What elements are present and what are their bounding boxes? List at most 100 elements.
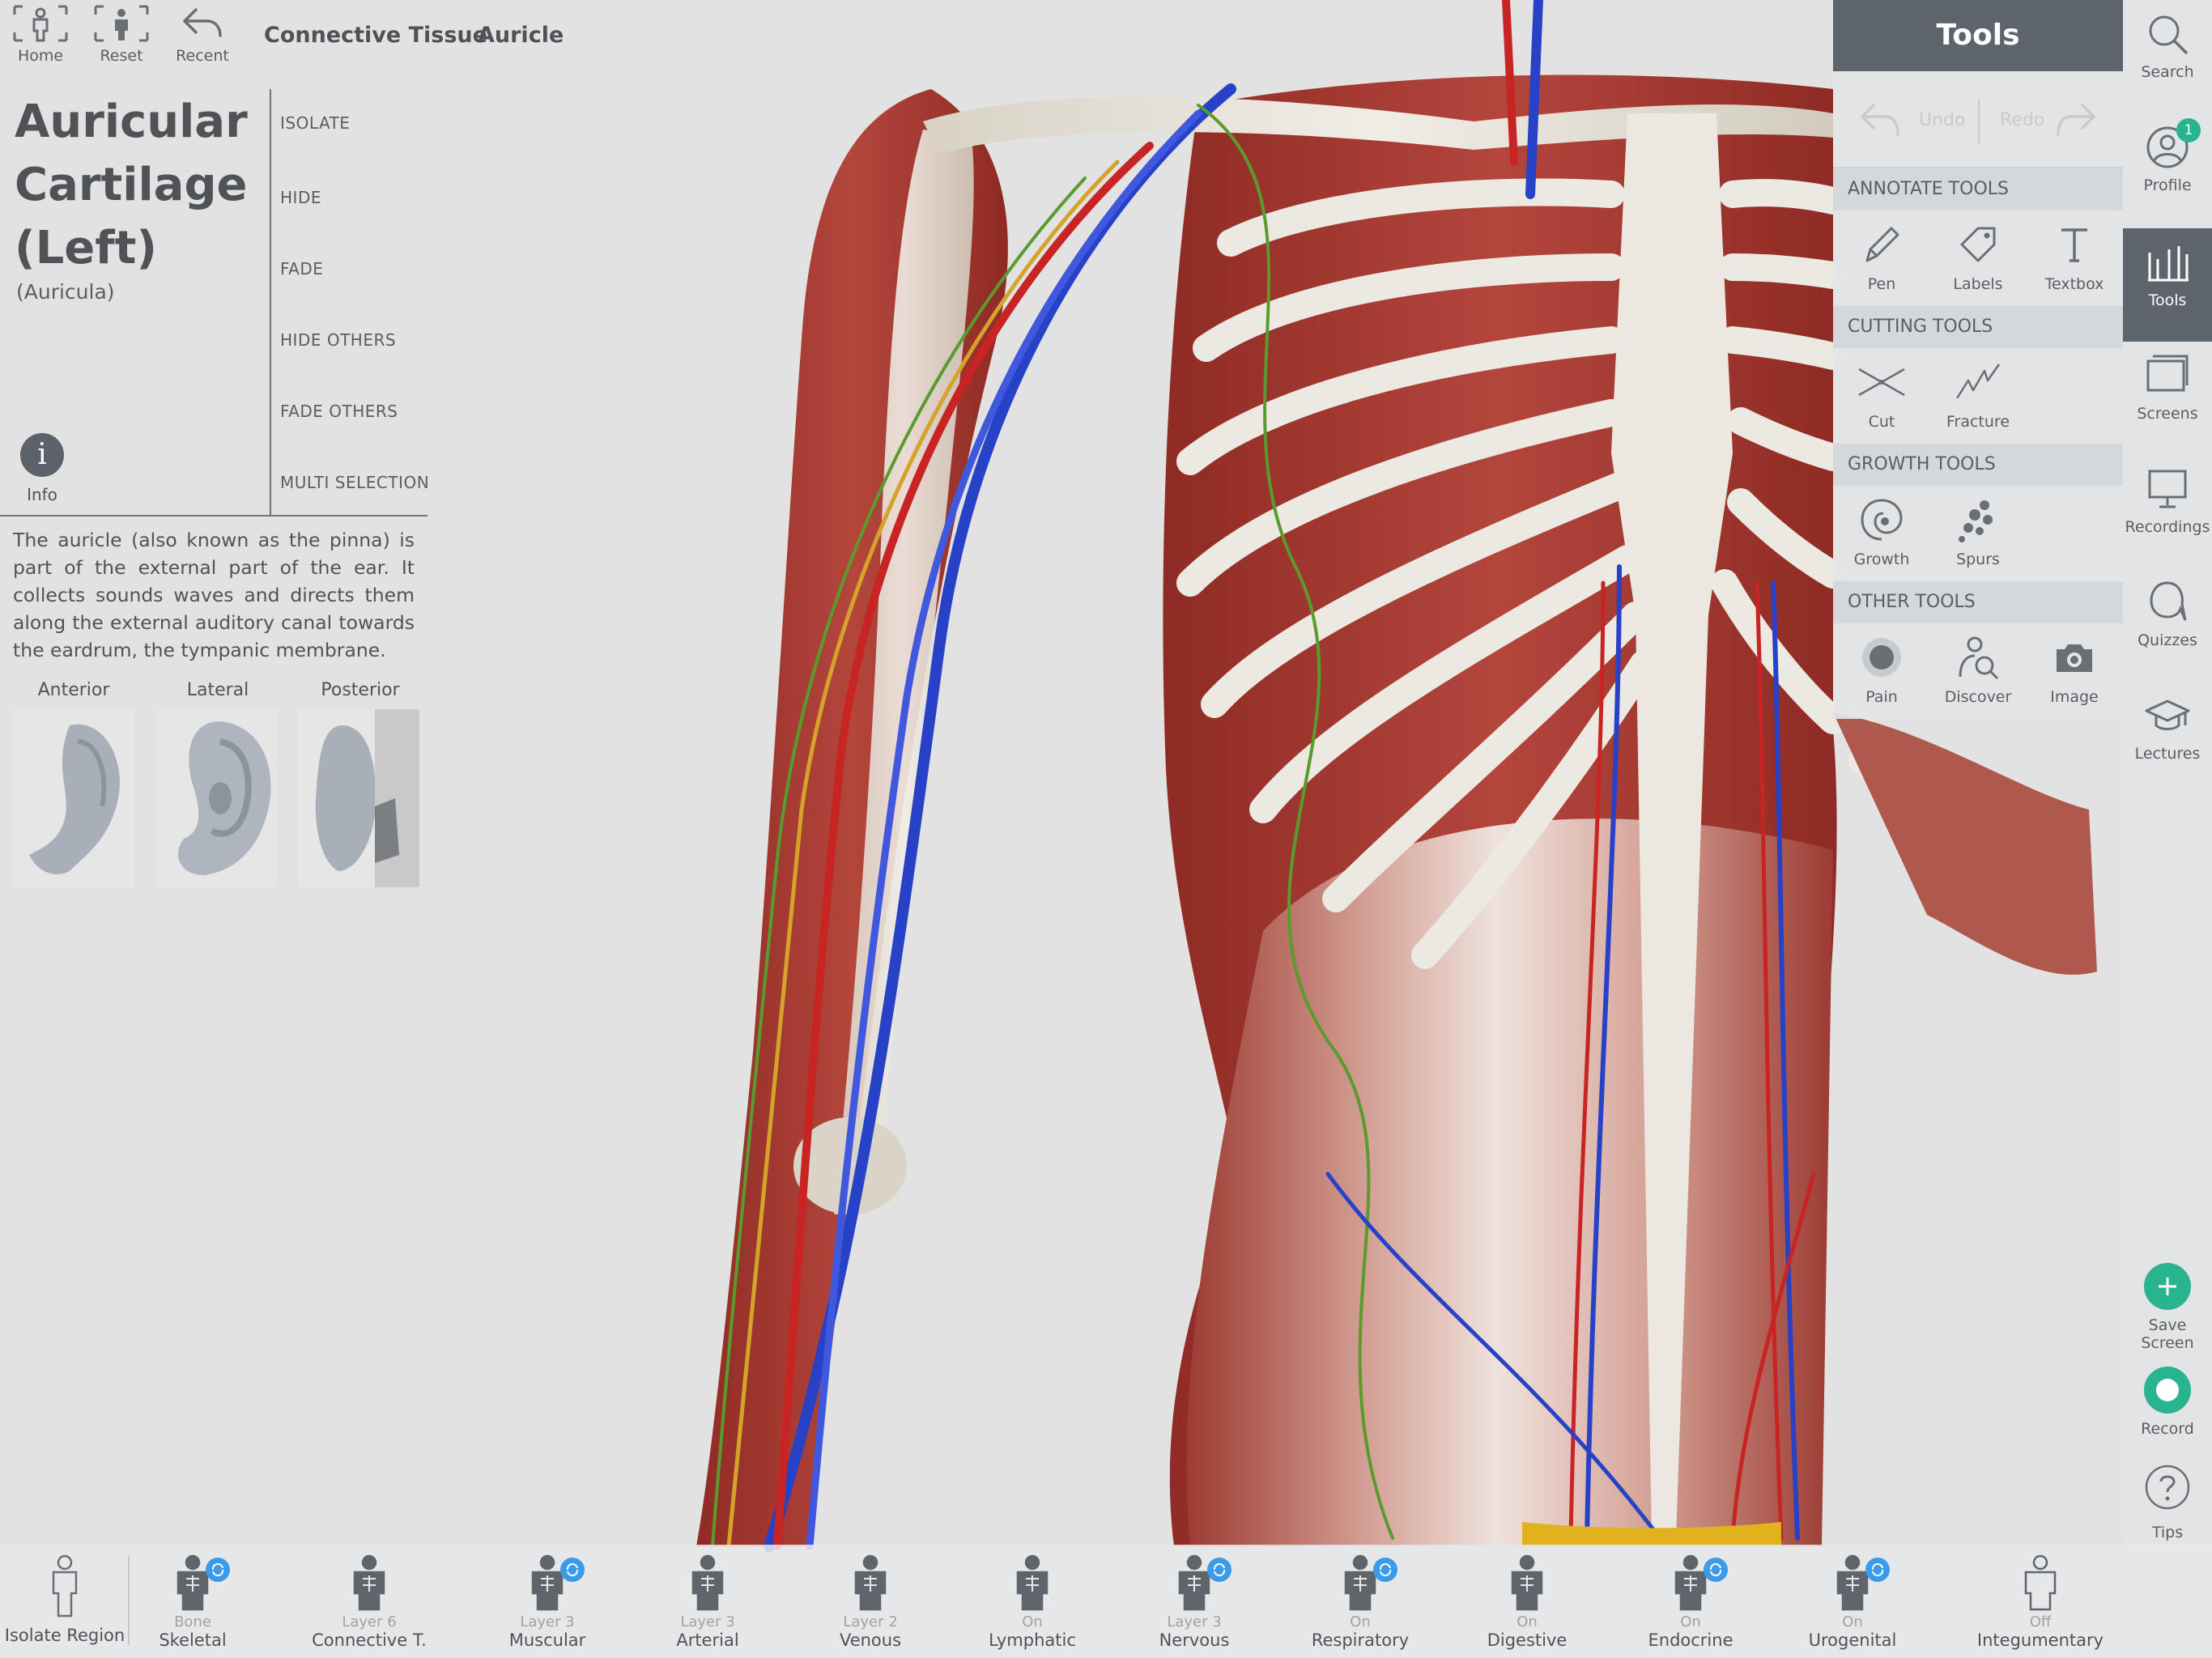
- graduation-cap-icon: [2145, 699, 2190, 730]
- posterior-view-thumbnail[interactable]: [298, 709, 419, 887]
- pen-label: Pen: [1867, 275, 1896, 293]
- sync-refresh-icon[interactable]: [1373, 1558, 1397, 1582]
- undo-label[interactable]: Undo: [1919, 110, 1965, 130]
- screens-icon: [2146, 355, 2189, 392]
- spurs-tool[interactable]: Spurs: [1929, 495, 2027, 568]
- record-button[interactable]: [2144, 1367, 2191, 1414]
- system-state: On: [1680, 1613, 1701, 1630]
- sync-refresh-icon[interactable]: [560, 1558, 585, 1582]
- annotate-tools-header: ANNOTATE TOOLS: [1833, 168, 2123, 210]
- recent-button[interactable]: Recent: [162, 3, 243, 76]
- system-toggle-lymphatic[interactable]: On Lymphatic: [951, 1554, 1113, 1650]
- system-toggle-nervous[interactable]: Layer 3 Nervous: [1113, 1554, 1275, 1650]
- system-name: Nervous: [1159, 1630, 1230, 1650]
- tips-button[interactable]: [2144, 1464, 2191, 1511]
- reset-label: Reset: [100, 47, 143, 65]
- system-toggle-endocrine[interactable]: On Endocrine: [1610, 1554, 1772, 1650]
- multi-selection-action[interactable]: MULTI SELECTION: [280, 473, 429, 492]
- spurs-label: Spurs: [1956, 551, 2000, 568]
- system-toggle-muscular[interactable]: Layer 3 Muscular: [466, 1554, 628, 1650]
- system-name: Lymphatic: [989, 1630, 1076, 1650]
- undo-icon[interactable]: [1857, 99, 1903, 141]
- breadcrumb-region[interactable]: Auricle: [478, 23, 564, 48]
- info-button[interactable]: i Info: [18, 433, 66, 504]
- screens-button[interactable]: Screens: [2123, 342, 2212, 455]
- system-toggle-integumentary[interactable]: Off Integumentary: [1959, 1554, 2121, 1650]
- tools-button[interactable]: Tools: [2123, 228, 2212, 342]
- home-button[interactable]: Home: [0, 3, 81, 76]
- view-label-anterior: Anterior: [37, 680, 110, 700]
- system-name: Endocrine: [1648, 1630, 1733, 1650]
- system-state: Layer 3: [1167, 1613, 1222, 1630]
- textbox-tool[interactable]: Textbox: [2026, 220, 2123, 293]
- discover-person-search-icon: [1959, 636, 1999, 680]
- panel-divider: [270, 89, 271, 515]
- home-label: Home: [17, 47, 64, 65]
- view-label-posterior: Posterior: [321, 680, 400, 700]
- growth-tools-row: Growth Spurs: [1833, 486, 2123, 581]
- tools-panel-title: Tools: [1833, 0, 2123, 71]
- connective-tissue-icon: [353, 1554, 385, 1611]
- ear-posterior-image: [315, 709, 419, 887]
- labels-tool[interactable]: Labels: [1929, 220, 2027, 293]
- hide-others-action[interactable]: HIDE OTHERS: [280, 330, 396, 350]
- record-dot-icon: [2156, 1379, 2179, 1401]
- system-name: Urogenital: [1808, 1630, 1897, 1650]
- spurs-cluster-icon: [1959, 500, 1993, 542]
- save-screen-button[interactable]: [2144, 1263, 2191, 1310]
- hide-action[interactable]: HIDE: [280, 188, 321, 207]
- system-name: Integumentary: [1976, 1630, 2104, 1650]
- recordings-button[interactable]: Recordings: [2123, 455, 2212, 568]
- system-toggle-arterial[interactable]: Layer 3 Arterial: [627, 1554, 789, 1650]
- breadcrumb-system[interactable]: Connective Tissue: [264, 23, 487, 48]
- discover-tool[interactable]: Discover: [1929, 633, 2027, 706]
- system-name: Arterial: [676, 1630, 739, 1650]
- reset-button[interactable]: Reset: [81, 3, 162, 76]
- growth-tools-header: GROWTH TOOLS: [1833, 444, 2123, 486]
- system-state: On: [1842, 1613, 1863, 1630]
- lectures-button[interactable]: Lectures: [2123, 682, 2212, 795]
- system-state: Off: [2029, 1613, 2052, 1630]
- quizzes-button[interactable]: Quizzes: [2123, 568, 2212, 682]
- panel-divider: [0, 515, 428, 517]
- fade-action[interactable]: FADE: [280, 259, 323, 278]
- anterior-view-thumbnail[interactable]: [13, 709, 134, 887]
- redo-icon[interactable]: [2053, 99, 2099, 141]
- image-tool[interactable]: Image: [2026, 633, 2123, 706]
- pain-tool[interactable]: Pain: [1833, 633, 1930, 706]
- system-toggle-urogenital[interactable]: On Urogenital: [1772, 1554, 1933, 1650]
- search-button[interactable]: Search: [2123, 0, 2212, 113]
- system-name: Respiratory: [1311, 1630, 1410, 1650]
- cut-tool[interactable]: Cut: [1833, 358, 1930, 431]
- fade-others-action[interactable]: FADE OTHERS: [280, 402, 398, 421]
- sync-refresh-icon[interactable]: [1207, 1558, 1231, 1582]
- system-toggle-connective-tissue[interactable]: Layer 6 Connective T.: [288, 1554, 450, 1650]
- structure-latin-name: (Auricula): [16, 280, 115, 304]
- fracture-tool[interactable]: Fracture: [1929, 358, 2027, 431]
- pain-label: Pain: [1865, 688, 1898, 706]
- profile-notification-badge: 1: [2176, 118, 2201, 142]
- system-toggle-digestive[interactable]: On Digestive: [1446, 1554, 1608, 1650]
- lymphatic-system-icon: [1016, 1554, 1049, 1611]
- structure-description: The auricle (also known as the pinna) is…: [13, 529, 415, 661]
- save-screen-label: Save Screen: [2123, 1316, 2212, 1352]
- isolate-action[interactable]: ISOLATE: [280, 113, 350, 133]
- sync-refresh-icon[interactable]: [206, 1558, 230, 1582]
- pen-icon: [1865, 227, 1899, 262]
- sync-refresh-icon[interactable]: [1865, 1558, 1890, 1582]
- integumentary-system-icon: [2024, 1554, 2057, 1611]
- system-toggle-respiratory[interactable]: On Respiratory: [1279, 1554, 1441, 1650]
- system-state: On: [1350, 1613, 1371, 1630]
- sync-refresh-icon[interactable]: [1704, 1558, 1728, 1582]
- ear-lateral-image: [178, 721, 271, 875]
- redo-label[interactable]: Redo: [2000, 110, 2044, 130]
- system-toggle-venous[interactable]: Layer 2 Venous: [789, 1554, 951, 1650]
- lateral-view-thumbnail[interactable]: [155, 709, 277, 887]
- growth-tool[interactable]: Growth: [1833, 495, 1930, 568]
- venous-system-icon: [854, 1554, 887, 1611]
- recent-label: Recent: [176, 47, 229, 65]
- pen-tool[interactable]: Pen: [1833, 220, 1930, 293]
- help-question-icon: [2145, 1465, 2190, 1510]
- system-toggle-skeletal[interactable]: Bone Skeletal: [112, 1554, 274, 1650]
- arterial-system-icon: [691, 1554, 724, 1611]
